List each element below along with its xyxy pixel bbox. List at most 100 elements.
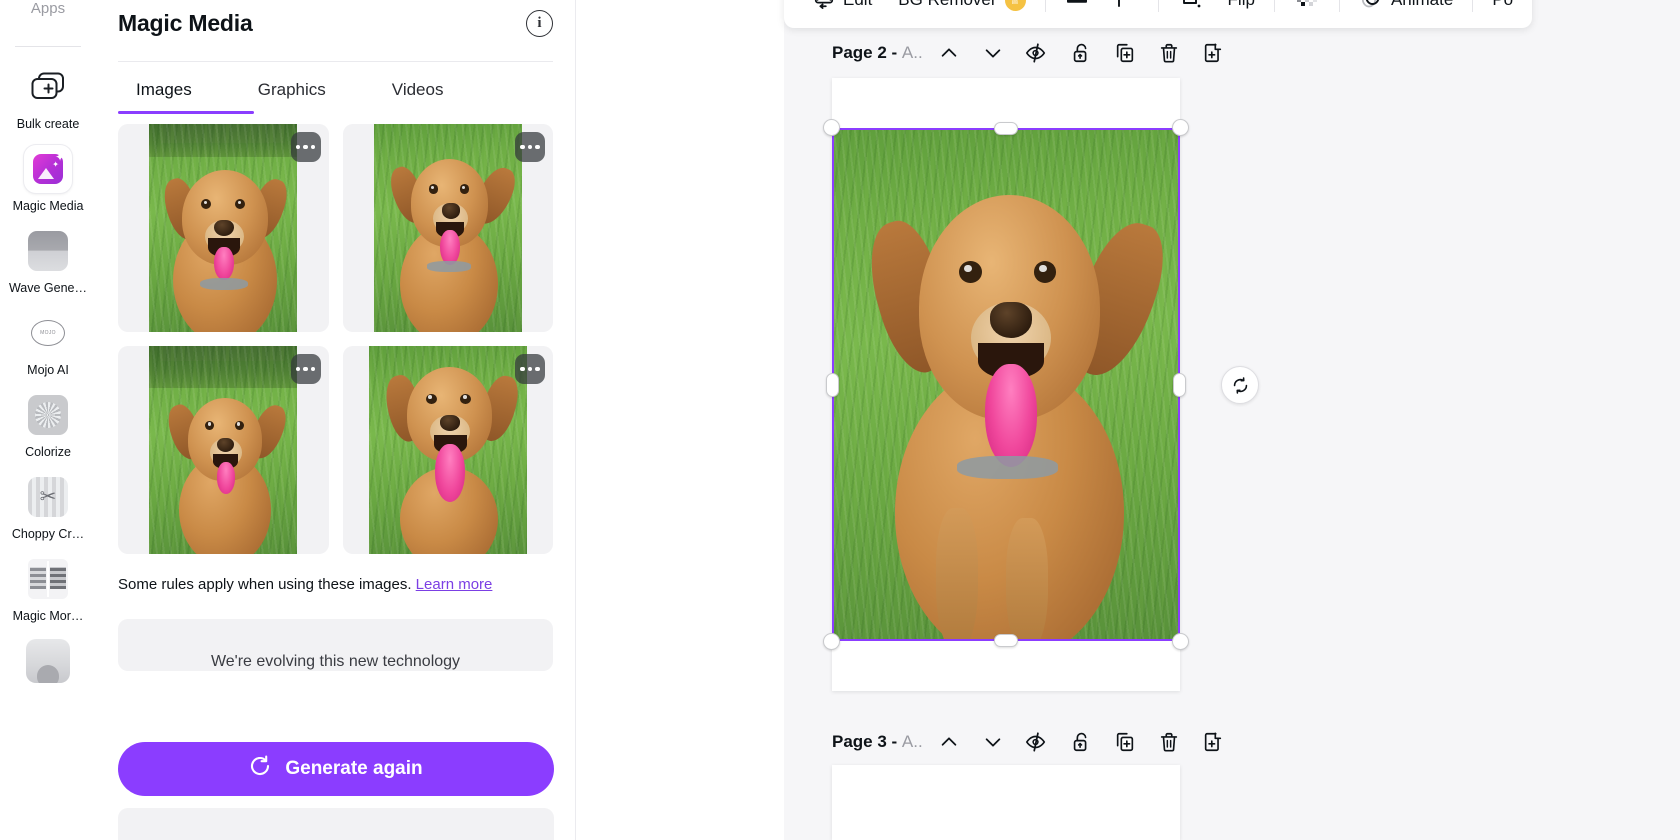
refresh-icon — [249, 755, 271, 783]
app-rail: Apps Bulk create ✦ ✦ Magic Media Wave Gen… — [0, 0, 96, 840]
resize-handle-top-left[interactable] — [823, 119, 840, 136]
result-thumbnail[interactable] — [342, 124, 553, 332]
edit-image-icon — [813, 0, 835, 14]
sidebar-item-label: Magic Mor… — [12, 609, 84, 623]
rail-title: Apps — [30, 0, 66, 17]
sidebar-item-label: Magic Media — [12, 199, 84, 213]
canvas-area: Edit BG Remover ♕ — [576, 0, 1680, 840]
corner-radius-icon — [1115, 0, 1139, 14]
thumbnail-menu-icon[interactable] — [290, 354, 321, 384]
selection-box — [823, 119, 1189, 650]
tab-graphics[interactable]: Graphics — [258, 66, 326, 114]
tab-videos[interactable]: Videos — [392, 66, 444, 114]
resize-handle-bottom-left[interactable] — [823, 633, 840, 650]
prompt-field-partial[interactable] — [118, 808, 554, 840]
toolbar-position-bars-button[interactable] — [1052, 0, 1102, 14]
sidebar-item-wave-generator[interactable]: Wave Gene… — [0, 213, 96, 295]
duplicate-icon — [1116, 43, 1133, 63]
sidebar-item-mojo-ai[interactable]: MOJO Mojo AI — [0, 295, 96, 377]
page-lock-button[interactable] — [1059, 33, 1103, 73]
resize-handle-middle-right[interactable] — [1173, 372, 1186, 397]
toolbar-flip-button[interactable]: Flip — [1215, 0, 1268, 14]
page-add-button[interactable] — [1191, 722, 1235, 762]
sidebar-item-label: Colorize — [25, 445, 71, 459]
sidebar-item-magic-media[interactable]: ✦ ✦ Magic Media — [0, 131, 96, 213]
app-root: Apps Bulk create ✦ ✦ Magic Media Wave Gen… — [0, 0, 1680, 840]
toolbar-corner-radius-button[interactable] — [1102, 0, 1152, 14]
sidebar-item-magic-morph[interactable]: Magic Mor… — [0, 541, 96, 623]
thumbnail-menu-icon[interactable] — [515, 132, 545, 162]
toolbar-bg-remover-button[interactable]: BG Remover ♕ — [885, 0, 1038, 14]
duplicate-icon — [1116, 732, 1133, 752]
toolbar-divider — [1157, 0, 1159, 12]
resize-handle-top-right[interactable] — [1172, 119, 1189, 136]
magic-media-icon: ✦ ✦ — [24, 145, 72, 193]
sidebar-item-choppy-cropper[interactable]: ✂ Choppy Cr… — [0, 459, 96, 541]
info-icon[interactable]: i — [526, 9, 553, 37]
transparency-icon — [1294, 0, 1320, 14]
toolbar-crop-button[interactable] — [1165, 0, 1215, 14]
generated-image — [149, 346, 298, 554]
page-label: Page 2 - A.. — [832, 43, 923, 63]
thumbnail-menu-icon[interactable] — [290, 132, 321, 162]
toolbar-edit-button[interactable]: Edit — [800, 0, 885, 14]
page-canvas-3[interactable] — [832, 765, 1180, 840]
tab-images[interactable]: Images — [136, 66, 192, 114]
position-bars-icon — [1065, 0, 1089, 14]
result-thumbnail[interactable] — [118, 346, 329, 554]
generate-again-label: Generate again — [285, 758, 423, 779]
page-lock-button[interactable] — [1059, 722, 1103, 762]
sidebar-item-avatar[interactable] — [0, 623, 96, 691]
evolving-notice: We're evolving this new technology — [118, 619, 553, 671]
page-row-2: Page 2 - A.. — [832, 33, 1235, 73]
choppy-cropper-icon: ✂ — [24, 473, 72, 521]
sidebar-item-label: Bulk create — [16, 117, 80, 131]
page-move-down-button[interactable] — [971, 722, 1015, 762]
toolbar-transparency-button[interactable] — [1281, 0, 1333, 14]
page-label: Page 3 - A.. — [832, 732, 923, 752]
generated-image — [373, 124, 522, 332]
sidebar-item-colorize[interactable]: Colorize — [0, 377, 96, 459]
page-label-text: Page 3 - — [832, 732, 902, 751]
rules-label: Some rules apply when using these images… — [118, 576, 412, 593]
toolbar-animate-label: Animate — [1391, 0, 1453, 10]
bulk-create-icon — [24, 63, 72, 111]
chevron-up-icon — [941, 737, 957, 746]
magic-morph-icon — [24, 555, 72, 603]
sidebar-item-label: Wave Gene… — [8, 281, 88, 295]
page-duplicate-button[interactable] — [1103, 33, 1147, 73]
element-toolbar: Edit BG Remover ♕ — [784, 0, 1533, 28]
learn-more-link[interactable]: Learn more — [416, 576, 493, 593]
thumbnail-menu-icon[interactable] — [515, 354, 545, 384]
page-add-button[interactable] — [1191, 33, 1235, 73]
toolbar-position-label: Po — [1492, 0, 1513, 10]
page-move-up-button[interactable] — [927, 33, 971, 73]
wave-generator-icon — [24, 227, 72, 275]
panel-header: Magic Media i — [96, 0, 575, 46]
page-duplicate-button[interactable] — [1103, 722, 1147, 762]
result-thumbnail[interactable] — [118, 124, 329, 332]
page-delete-button[interactable] — [1147, 33, 1191, 73]
generate-again-button[interactable]: Generate again — [118, 742, 554, 796]
resize-handle-middle-left[interactable] — [826, 372, 839, 397]
result-thumbnail[interactable] — [342, 346, 553, 554]
page-hide-button[interactable] — [1015, 722, 1059, 762]
page-delete-button[interactable] — [1147, 722, 1191, 762]
toolbar-animate-button[interactable]: Animate — [1346, 0, 1466, 14]
mojo-ai-icon: MOJO — [24, 309, 72, 357]
resize-handle-bottom-center[interactable] — [994, 634, 1018, 647]
sidebar-item-bulk-create[interactable]: Bulk create — [0, 47, 96, 131]
crop-icon — [1178, 0, 1202, 14]
resize-handle-bottom-right[interactable] — [1172, 633, 1189, 650]
page-move-up-button[interactable] — [927, 722, 971, 762]
trash-icon — [1160, 732, 1177, 752]
rotate-handle[interactable] — [1221, 366, 1259, 404]
eye-slash-icon — [1025, 732, 1045, 752]
toolbar-position-button[interactable]: Po — [1479, 0, 1526, 14]
page-move-down-button[interactable] — [971, 33, 1015, 73]
page-row-3: Page 3 - A.. — [832, 722, 1235, 762]
resize-handle-top-center[interactable] — [994, 122, 1018, 135]
page-title: Magic Media — [118, 9, 253, 36]
page-hide-button[interactable] — [1015, 33, 1059, 73]
lock-icon — [1073, 732, 1087, 752]
